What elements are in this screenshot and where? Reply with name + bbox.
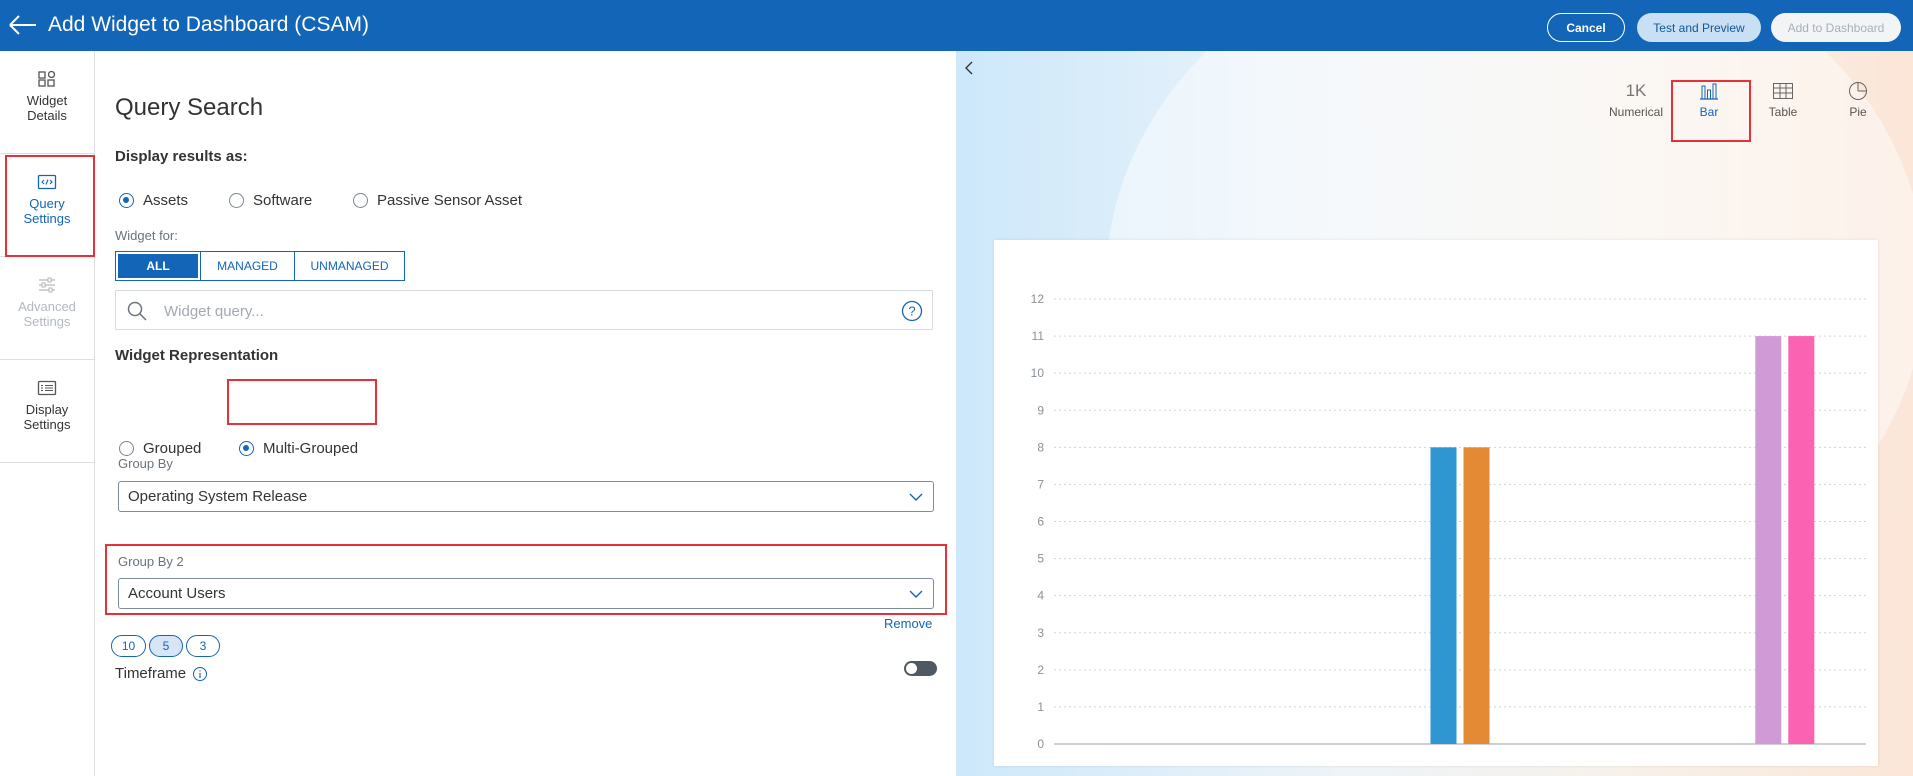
limit-5[interactable]: 5 (149, 635, 183, 657)
add-to-dashboard-button[interactable]: Add to Dashboard (1771, 13, 1901, 42)
nav-label-line1: Advanced (18, 299, 76, 314)
y-tick-label: 11 (1032, 329, 1045, 343)
radio-selected-icon (119, 193, 134, 208)
bar-chart: 0123456789101112Unidentifi...Microsoft..… (1031, 292, 1866, 751)
vis-type-label: Numerical (1608, 105, 1663, 119)
radio-passive-sensor-asset[interactable]: Passive Sensor Asset (353, 192, 522, 209)
y-tick-label: 10 (1031, 366, 1045, 380)
chart-bar (1430, 447, 1457, 744)
y-tick-label: 0 (1037, 737, 1044, 751)
chart-bar (1463, 447, 1490, 744)
nav-label-line2: Settings (23, 417, 71, 432)
vis-type-numerical[interactable]: 1K Numerical (1601, 79, 1671, 119)
highlight-bar-type (1671, 80, 1751, 142)
pie-chart-icon (1849, 82, 1867, 100)
radio-label: Software (253, 192, 313, 209)
radio-unselected-icon (119, 441, 134, 456)
nav-display-settings[interactable]: Display Settings (0, 360, 94, 463)
radio-selected-icon (239, 441, 254, 456)
query-search-title: Query Search (115, 94, 264, 121)
help-icon[interactable]: ? (901, 300, 923, 322)
numerical-icon: 1K (1625, 81, 1647, 100)
collapse-panel-button[interactable] (957, 51, 981, 85)
chart-bar (1755, 336, 1782, 744)
highlight-group-by2 (105, 544, 947, 615)
group-by-value: Operating System Release (128, 488, 308, 505)
info-icon[interactable] (192, 666, 208, 682)
y-tick-label: 6 (1037, 515, 1044, 529)
radio-unselected-icon (229, 193, 244, 208)
timeframe-label: Timeframe (115, 665, 187, 682)
vis-type-label: Table (1768, 105, 1798, 119)
widget-query-search: ? (115, 290, 933, 330)
group-by-select[interactable]: Operating System Release (118, 481, 934, 512)
display-list-icon (37, 380, 57, 396)
preview-panel: 1K Numerical Bar Table Pie 0 1 2 3 4 5 6… (956, 51, 1913, 776)
chevron-left-icon (965, 61, 973, 75)
query-settings-form: Query Search Display results as: Assets … (96, 51, 956, 776)
y-tick-label: 7 (1037, 477, 1044, 491)
group-by-label: Group By (118, 456, 173, 471)
page-title: Add Widget to Dashboard (CSAM) (48, 13, 369, 36)
y-tick-label: 9 (1037, 403, 1044, 417)
radio-multi-grouped[interactable]: Multi-Grouped (239, 440, 358, 457)
chevron-down-icon (909, 493, 923, 501)
chart-bar (1788, 336, 1815, 744)
timeframe-toggle[interactable] (904, 661, 937, 676)
cancel-button[interactable]: Cancel (1547, 13, 1625, 42)
y-tick-label: 12 (1031, 292, 1045, 306)
y-tick-label: 8 (1037, 440, 1044, 454)
y-tick-label: 2 (1037, 663, 1044, 677)
radio-label: Passive Sensor Asset (377, 192, 523, 209)
display-results-label: Display results as: (115, 148, 248, 165)
nav-widget-details[interactable]: Widget Details (0, 51, 94, 154)
vis-type-table[interactable]: Table (1748, 79, 1818, 119)
highlight-query-settings (5, 155, 95, 257)
widget-for-label: Widget for: (115, 228, 178, 243)
nav-label-line1: Display (25, 402, 69, 417)
search-icon (127, 301, 147, 321)
radio-software[interactable]: Software (229, 192, 312, 209)
vis-type-label: Pie (1849, 105, 1867, 119)
limit-3[interactable]: 3 (186, 635, 220, 657)
radio-label: Multi-Grouped (263, 440, 359, 457)
widget-query-input[interactable] (162, 299, 862, 323)
table-icon-wrap (1748, 79, 1818, 103)
table-icon (1773, 83, 1793, 99)
sliders-icon (39, 277, 55, 293)
timeframe-row: Timeframe (115, 665, 208, 682)
pie-chart-icon-wrap (1823, 79, 1893, 103)
radio-assets[interactable]: Assets (119, 192, 188, 209)
nav-label-line2: Details (27, 108, 67, 123)
svg-text:?: ? (908, 304, 915, 319)
radio-grouped[interactable]: Grouped (119, 440, 201, 457)
radio-label: Grouped (143, 440, 202, 457)
vis-type-pie[interactable]: Pie (1823, 79, 1893, 119)
widget-representation-label: Widget Representation (115, 347, 279, 364)
y-tick-label: 3 (1037, 626, 1044, 640)
segment-unmanaged[interactable]: UNMANAGED (294, 252, 404, 280)
nav-label-line1: Widget (26, 93, 68, 108)
highlight-multi-grouped (227, 379, 377, 425)
nav-label-line2: Settings (23, 314, 71, 329)
top-header: Add Widget to Dashboard (CSAM) Cancel Te… (0, 0, 1913, 51)
radio-unselected-icon (353, 193, 368, 208)
y-tick-label: 1 (1037, 700, 1044, 714)
y-tick-label: 4 (1037, 589, 1044, 603)
y-tick-label: 5 (1037, 552, 1044, 566)
radio-label: Assets (143, 192, 189, 209)
test-and-preview-button[interactable]: Test and Preview (1637, 13, 1761, 42)
chart-card: 0123456789101112Unidentifi...Microsoft..… (994, 240, 1878, 766)
limit-10[interactable]: 10 (111, 635, 146, 657)
widget-for-segmented-control: ALL MANAGED UNMANAGED (115, 251, 405, 281)
segment-all[interactable]: ALL (118, 254, 198, 278)
back-arrow-icon[interactable] (6, 12, 38, 38)
widget-shapes-icon (38, 70, 56, 87)
remove-link[interactable]: Remove (884, 616, 932, 631)
nav-advanced-settings[interactable]: Advanced Settings (0, 257, 94, 360)
segment-managed[interactable]: MANAGED (200, 252, 294, 280)
